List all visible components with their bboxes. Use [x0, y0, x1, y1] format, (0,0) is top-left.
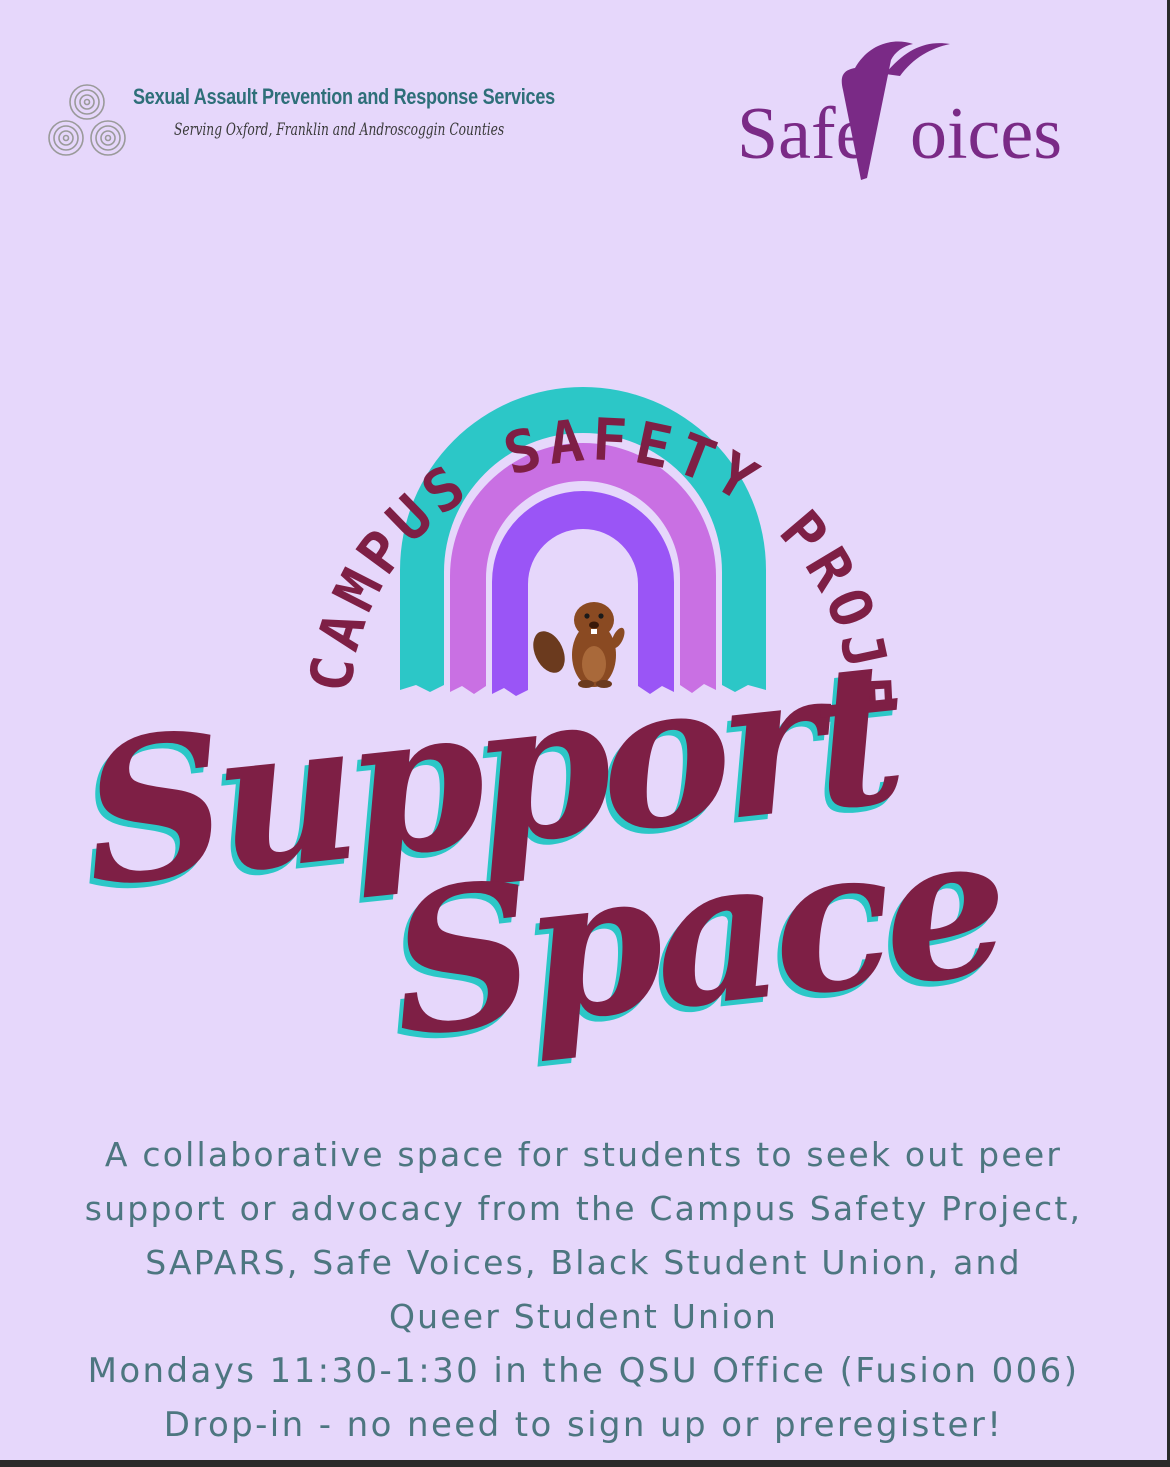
sapars-logo: Sexual Assault Prevention and Response S… [44, 80, 604, 170]
support-space-artwork: CAMPUS SAFETY PROJECT Support Support Sp… [0, 280, 1012, 1087]
flyer: Sexual Assault Prevention and Response S… [0, 0, 1170, 1467]
campus-safety-graphic: CAMPUS SAFETY PROJECT Support Support Sp… [0, 280, 1167, 1140]
triple-spiral-icon [48, 84, 126, 156]
description-line: SAPARS, Safe Voices, Black Student Union… [145, 1243, 1022, 1282]
drop-in-text: Drop-in - no need to sign up or preregis… [163, 1405, 1004, 1445]
description-line: support or advocacy from the Campus Safe… [84, 1189, 1083, 1228]
description-line: A collaborative space for students to se… [104, 1135, 1063, 1174]
sapars-name: Sexual Assault Prevention and Response S… [133, 84, 555, 109]
event-details: A collaborative space for students to se… [0, 1128, 1167, 1452]
sapars-tagline: Serving Oxford, Franklin and Androscoggi… [174, 120, 505, 140]
description-line: Queer Student Union [388, 1297, 779, 1336]
safevoices-logo: Safe oices [737, 41, 1062, 181]
schedule-text: Mondays 11:30-1:30 in the QSU Office (Fu… [87, 1351, 1080, 1391]
svg-text:oices: oices [910, 93, 1062, 175]
